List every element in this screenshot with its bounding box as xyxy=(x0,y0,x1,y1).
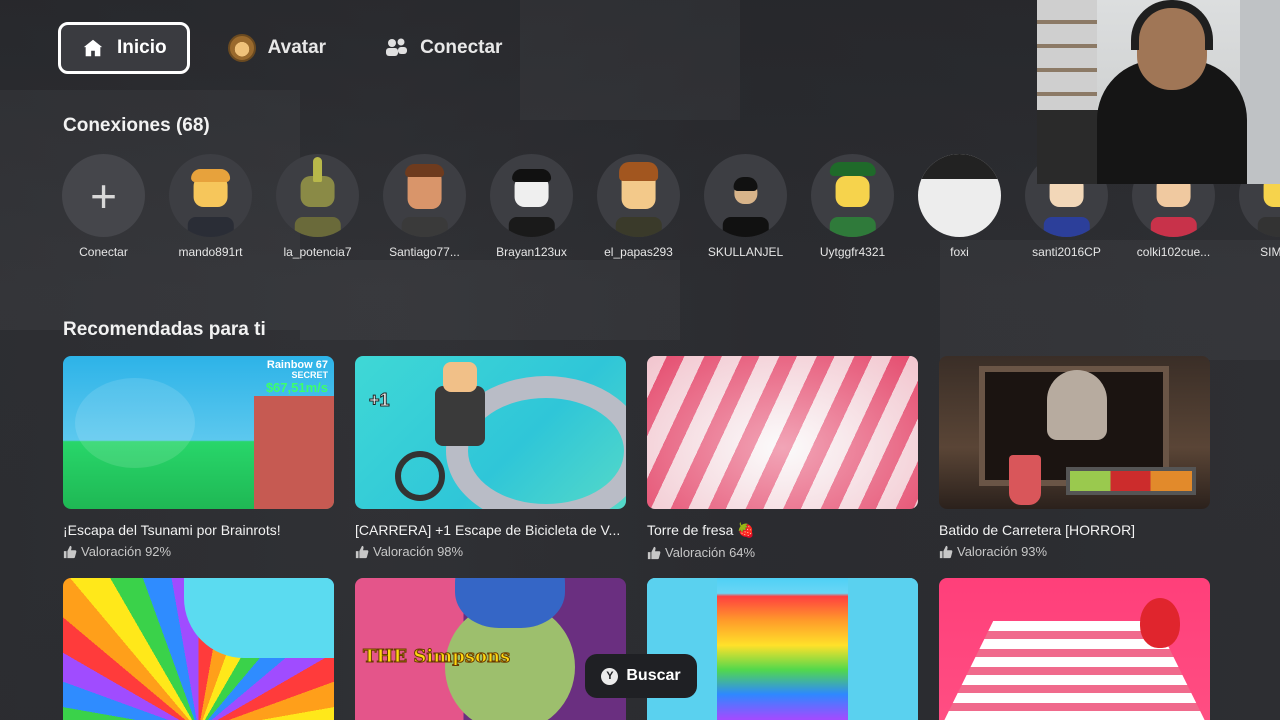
friend-name: Uytggfr4321 xyxy=(819,245,886,259)
friend-name: SKULLANJEL xyxy=(707,245,784,259)
add-connection-button[interactable]: + xyxy=(62,154,145,237)
game-rating: Valoración 64% xyxy=(647,545,918,560)
game-thumbnail[interactable] xyxy=(939,578,1210,720)
game-thumbnail[interactable] xyxy=(647,356,918,509)
nav-home-button[interactable]: Inicio xyxy=(58,22,190,74)
friend-name: SIMIO_ xyxy=(1260,245,1280,259)
friend-name: colki102cue... xyxy=(1136,245,1211,259)
recommended-title: Recomendadas para ti xyxy=(63,319,266,340)
friend-item[interactable]: mando891rt xyxy=(169,154,252,259)
game-rating: Valoración 98% xyxy=(355,544,626,559)
nav-connect-label: Conectar xyxy=(420,37,503,58)
avatar-icon xyxy=(227,34,256,62)
game-title: [CARRERA] +1 Escape de Bicicleta de V... xyxy=(355,522,621,538)
top-navigation: Inicio Avatar Conectar xyxy=(58,22,540,74)
nav-avatar-label: Avatar xyxy=(267,37,327,58)
y-button-icon: Y xyxy=(601,667,619,685)
friend-avatar[interactable] xyxy=(383,154,466,237)
game-rating: Valoración 92% xyxy=(63,544,334,559)
game-thumbnail[interactable]: THE Simpsons xyxy=(355,578,626,720)
nav-connect-button[interactable]: Conectar xyxy=(364,22,522,74)
friend-avatar[interactable] xyxy=(918,154,1001,237)
game-thumbnail[interactable]: +1 xyxy=(355,356,626,509)
thumbs-up-icon xyxy=(355,545,369,559)
thumbnail-overlay-text: THE Simpsons xyxy=(362,646,511,667)
thumbs-up-icon xyxy=(939,545,953,559)
home-icon xyxy=(81,36,105,60)
game-card[interactable]: Torre de fresa 🍓 Valoración 64% xyxy=(647,356,918,560)
add-connection-label: Conectar xyxy=(79,245,128,259)
friend-item[interactable]: el_papas293 xyxy=(597,154,680,259)
webcam-overlay xyxy=(1037,0,1280,184)
game-card[interactable]: +1 [CARRERA] +1 Escape de Bicicleta de V… xyxy=(355,356,626,560)
search-label: Buscar xyxy=(626,667,681,684)
friend-avatar[interactable] xyxy=(490,154,573,237)
friend-name: foxi xyxy=(950,245,969,259)
game-title: ¡Escapa del Tsunami por Brainrots! xyxy=(63,522,281,538)
friend-item[interactable]: foxi xyxy=(918,154,1001,259)
game-thumbnail[interactable]: Rainbow 67 SECRET $67,51m/s xyxy=(63,356,334,509)
friend-name: el_papas293 xyxy=(604,245,673,259)
nav-avatar-button[interactable]: Avatar xyxy=(208,22,346,74)
game-card[interactable] xyxy=(939,578,1210,720)
friend-avatar[interactable] xyxy=(811,154,894,237)
friend-item[interactable]: Uytggfr4321 xyxy=(811,154,894,259)
thumbnail-overlay-text: Rainbow 67 SECRET $67,51m/s xyxy=(265,359,328,395)
game-card[interactable]: Rainbow 67 SECRET $67,51m/s ¡Escapa del … xyxy=(63,356,334,560)
search-button[interactable]: Y Buscar xyxy=(585,654,697,698)
game-card[interactable] xyxy=(63,578,334,720)
friend-avatar[interactable] xyxy=(276,154,359,237)
friend-item[interactable]: Santiago77... xyxy=(383,154,466,259)
thumbs-up-icon xyxy=(63,545,77,559)
game-card[interactable]: THE Simpsons xyxy=(355,578,626,720)
friend-avatar[interactable] xyxy=(704,154,787,237)
friend-item[interactable]: SKULLANJEL xyxy=(704,154,787,259)
game-title: Torre de fresa 🍓 xyxy=(647,522,755,538)
game-thumbnail[interactable] xyxy=(647,578,918,720)
friend-avatar[interactable] xyxy=(597,154,680,237)
plus-icon: + xyxy=(90,169,117,222)
people-icon xyxy=(384,36,408,60)
friend-name: Brayan123ux xyxy=(496,245,567,259)
game-card[interactable] xyxy=(647,578,918,720)
thumbs-up-icon xyxy=(647,546,661,560)
nav-home-label: Inicio xyxy=(117,37,167,58)
friend-name: Santiago77... xyxy=(389,245,460,259)
friend-item[interactable]: la_potencia7 xyxy=(276,154,359,259)
friend-name: la_potencia7 xyxy=(283,245,352,259)
game-rating: Valoración 93% xyxy=(939,544,1210,559)
friend-avatar[interactable] xyxy=(169,154,252,237)
game-card[interactable]: Batido de Carretera [HORROR] Valoración … xyxy=(939,356,1210,560)
friend-name: santi2016CP xyxy=(1032,245,1101,259)
add-connection-item[interactable]: + Conectar xyxy=(62,154,145,259)
connections-title[interactable]: Conexiones (68) xyxy=(63,115,210,137)
friend-name: mando891rt xyxy=(178,245,243,259)
game-thumbnail[interactable] xyxy=(939,356,1210,509)
game-title: Batido de Carretera [HORROR] xyxy=(939,522,1136,538)
game-thumbnail[interactable] xyxy=(63,578,334,720)
friend-item[interactable]: Brayan123ux xyxy=(490,154,573,259)
